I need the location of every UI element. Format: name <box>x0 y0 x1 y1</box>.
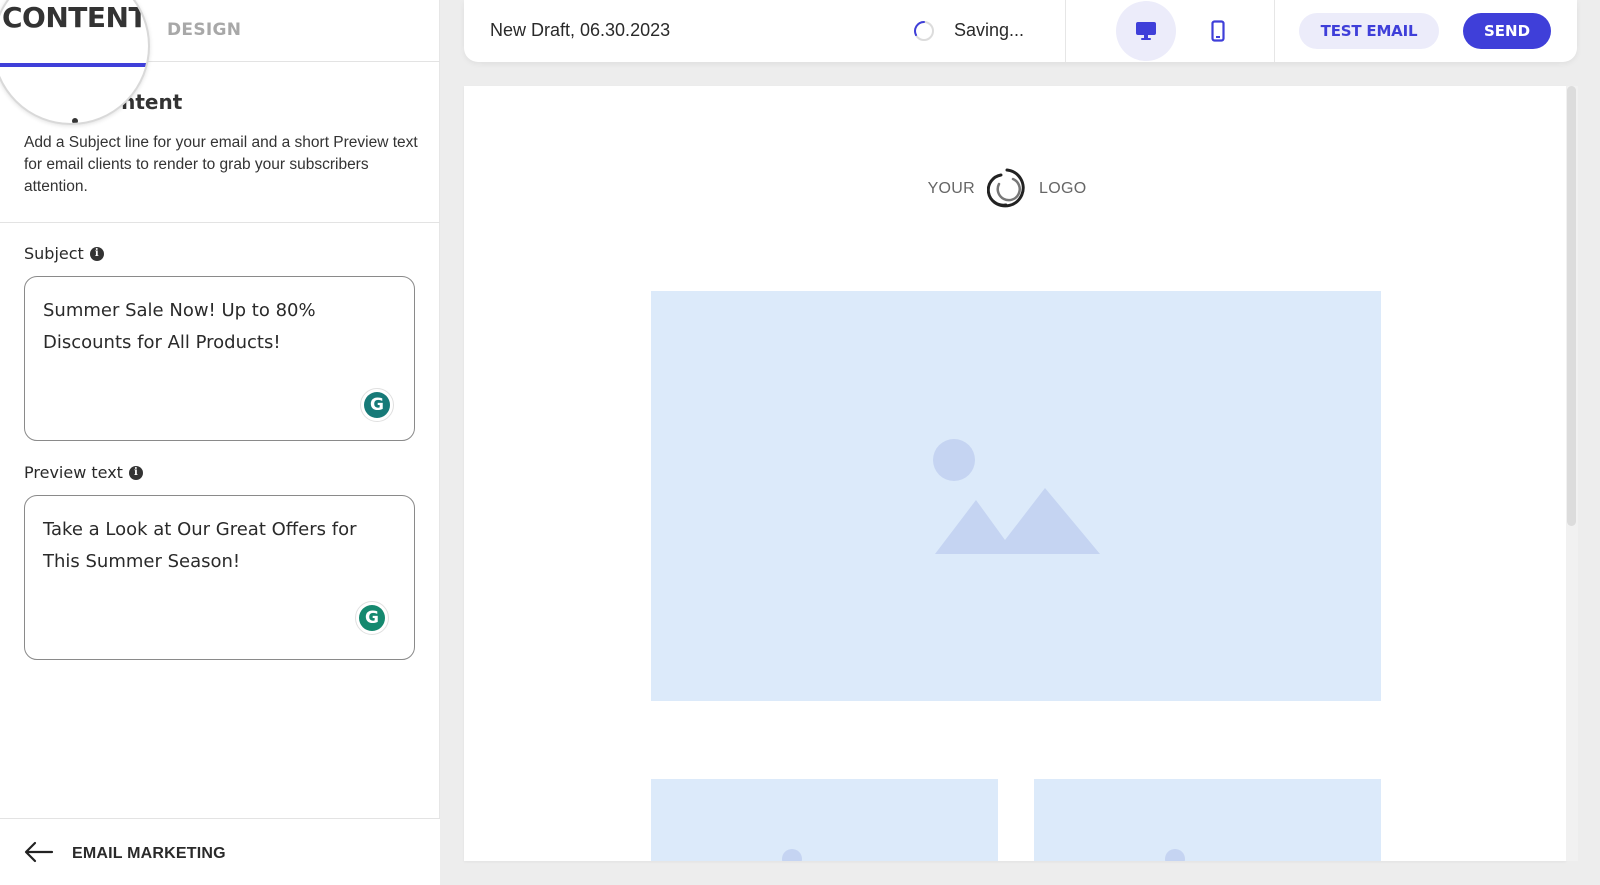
grammarly-icon[interactable]: G <box>360 388 394 422</box>
preview-text-label: Preview text i <box>24 463 143 482</box>
magnified-tab-label: CONTENT <box>2 1 148 34</box>
hero-image-placeholder[interactable] <box>651 291 1381 701</box>
tab-design[interactable]: DESIGN <box>167 20 241 40</box>
subject-label: Subject i <box>24 244 104 263</box>
preview-scrollbar-thumb[interactable] <box>1567 86 1576 526</box>
subject-label-text: Subject <box>24 244 84 263</box>
grammarly-glyph: G <box>364 392 390 418</box>
desktop-view-button[interactable] <box>1116 1 1176 61</box>
image-placeholder-icon <box>1165 849 1185 861</box>
magnified-text-fragment <box>72 118 78 123</box>
email-logo[interactable]: YOUR LOGO <box>464 164 1550 214</box>
draft-title: New Draft, 06.30.2023 <box>490 20 671 40</box>
toolbar-divider <box>1274 0 1275 62</box>
logo-text-left: YOUR <box>927 180 975 197</box>
save-status: Saving... <box>954 20 1025 40</box>
logo-rings-icon <box>987 168 1025 208</box>
image-placeholder-icon <box>933 439 1100 554</box>
image-placeholder-card[interactable] <box>1034 779 1381 861</box>
editor-toolbar: New Draft, 06.30.2023 Saving... TEST EMA… <box>464 0 1577 62</box>
send-button[interactable]: SEND <box>1463 13 1551 49</box>
test-email-button[interactable]: TEST EMAIL <box>1299 13 1439 49</box>
back-label: EMAIL MARKETING <box>72 845 226 862</box>
info-icon[interactable]: i <box>89 246 104 261</box>
mobile-icon <box>1211 20 1225 42</box>
image-placeholder-icon <box>782 849 802 861</box>
grammarly-icon[interactable]: G <box>355 601 389 635</box>
content-panel: CONTENT DESIGN CONTENT Email Content Add… <box>0 0 440 885</box>
mobile-view-button[interactable] <box>1188 1 1248 61</box>
email-preview-canvas: YOUR LOGO <box>464 86 1566 861</box>
loading-spinner-icon <box>914 21 934 41</box>
section-description: Add a Subject line for your email and a … <box>24 134 418 195</box>
info-icon[interactable]: i <box>128 465 143 480</box>
divider <box>0 222 440 223</box>
logo-text-right: LOGO <box>1039 180 1087 197</box>
preview-text-input[interactable]: Take a Look at Our Great Offers for This… <box>24 495 415 660</box>
arrow-left-icon <box>24 841 54 863</box>
back-to-email-marketing[interactable]: EMAIL MARKETING <box>0 818 440 885</box>
image-placeholder-card[interactable] <box>651 779 998 861</box>
magnified-tab-indicator <box>0 63 148 67</box>
toolbar-divider <box>1065 0 1066 62</box>
preview-text-label-text: Preview text <box>24 463 123 482</box>
subject-input[interactable]: Summer Sale Now! Up to 80% Discounts for… <box>24 276 415 441</box>
desktop-icon <box>1136 22 1156 40</box>
grammarly-glyph: G <box>359 605 385 631</box>
